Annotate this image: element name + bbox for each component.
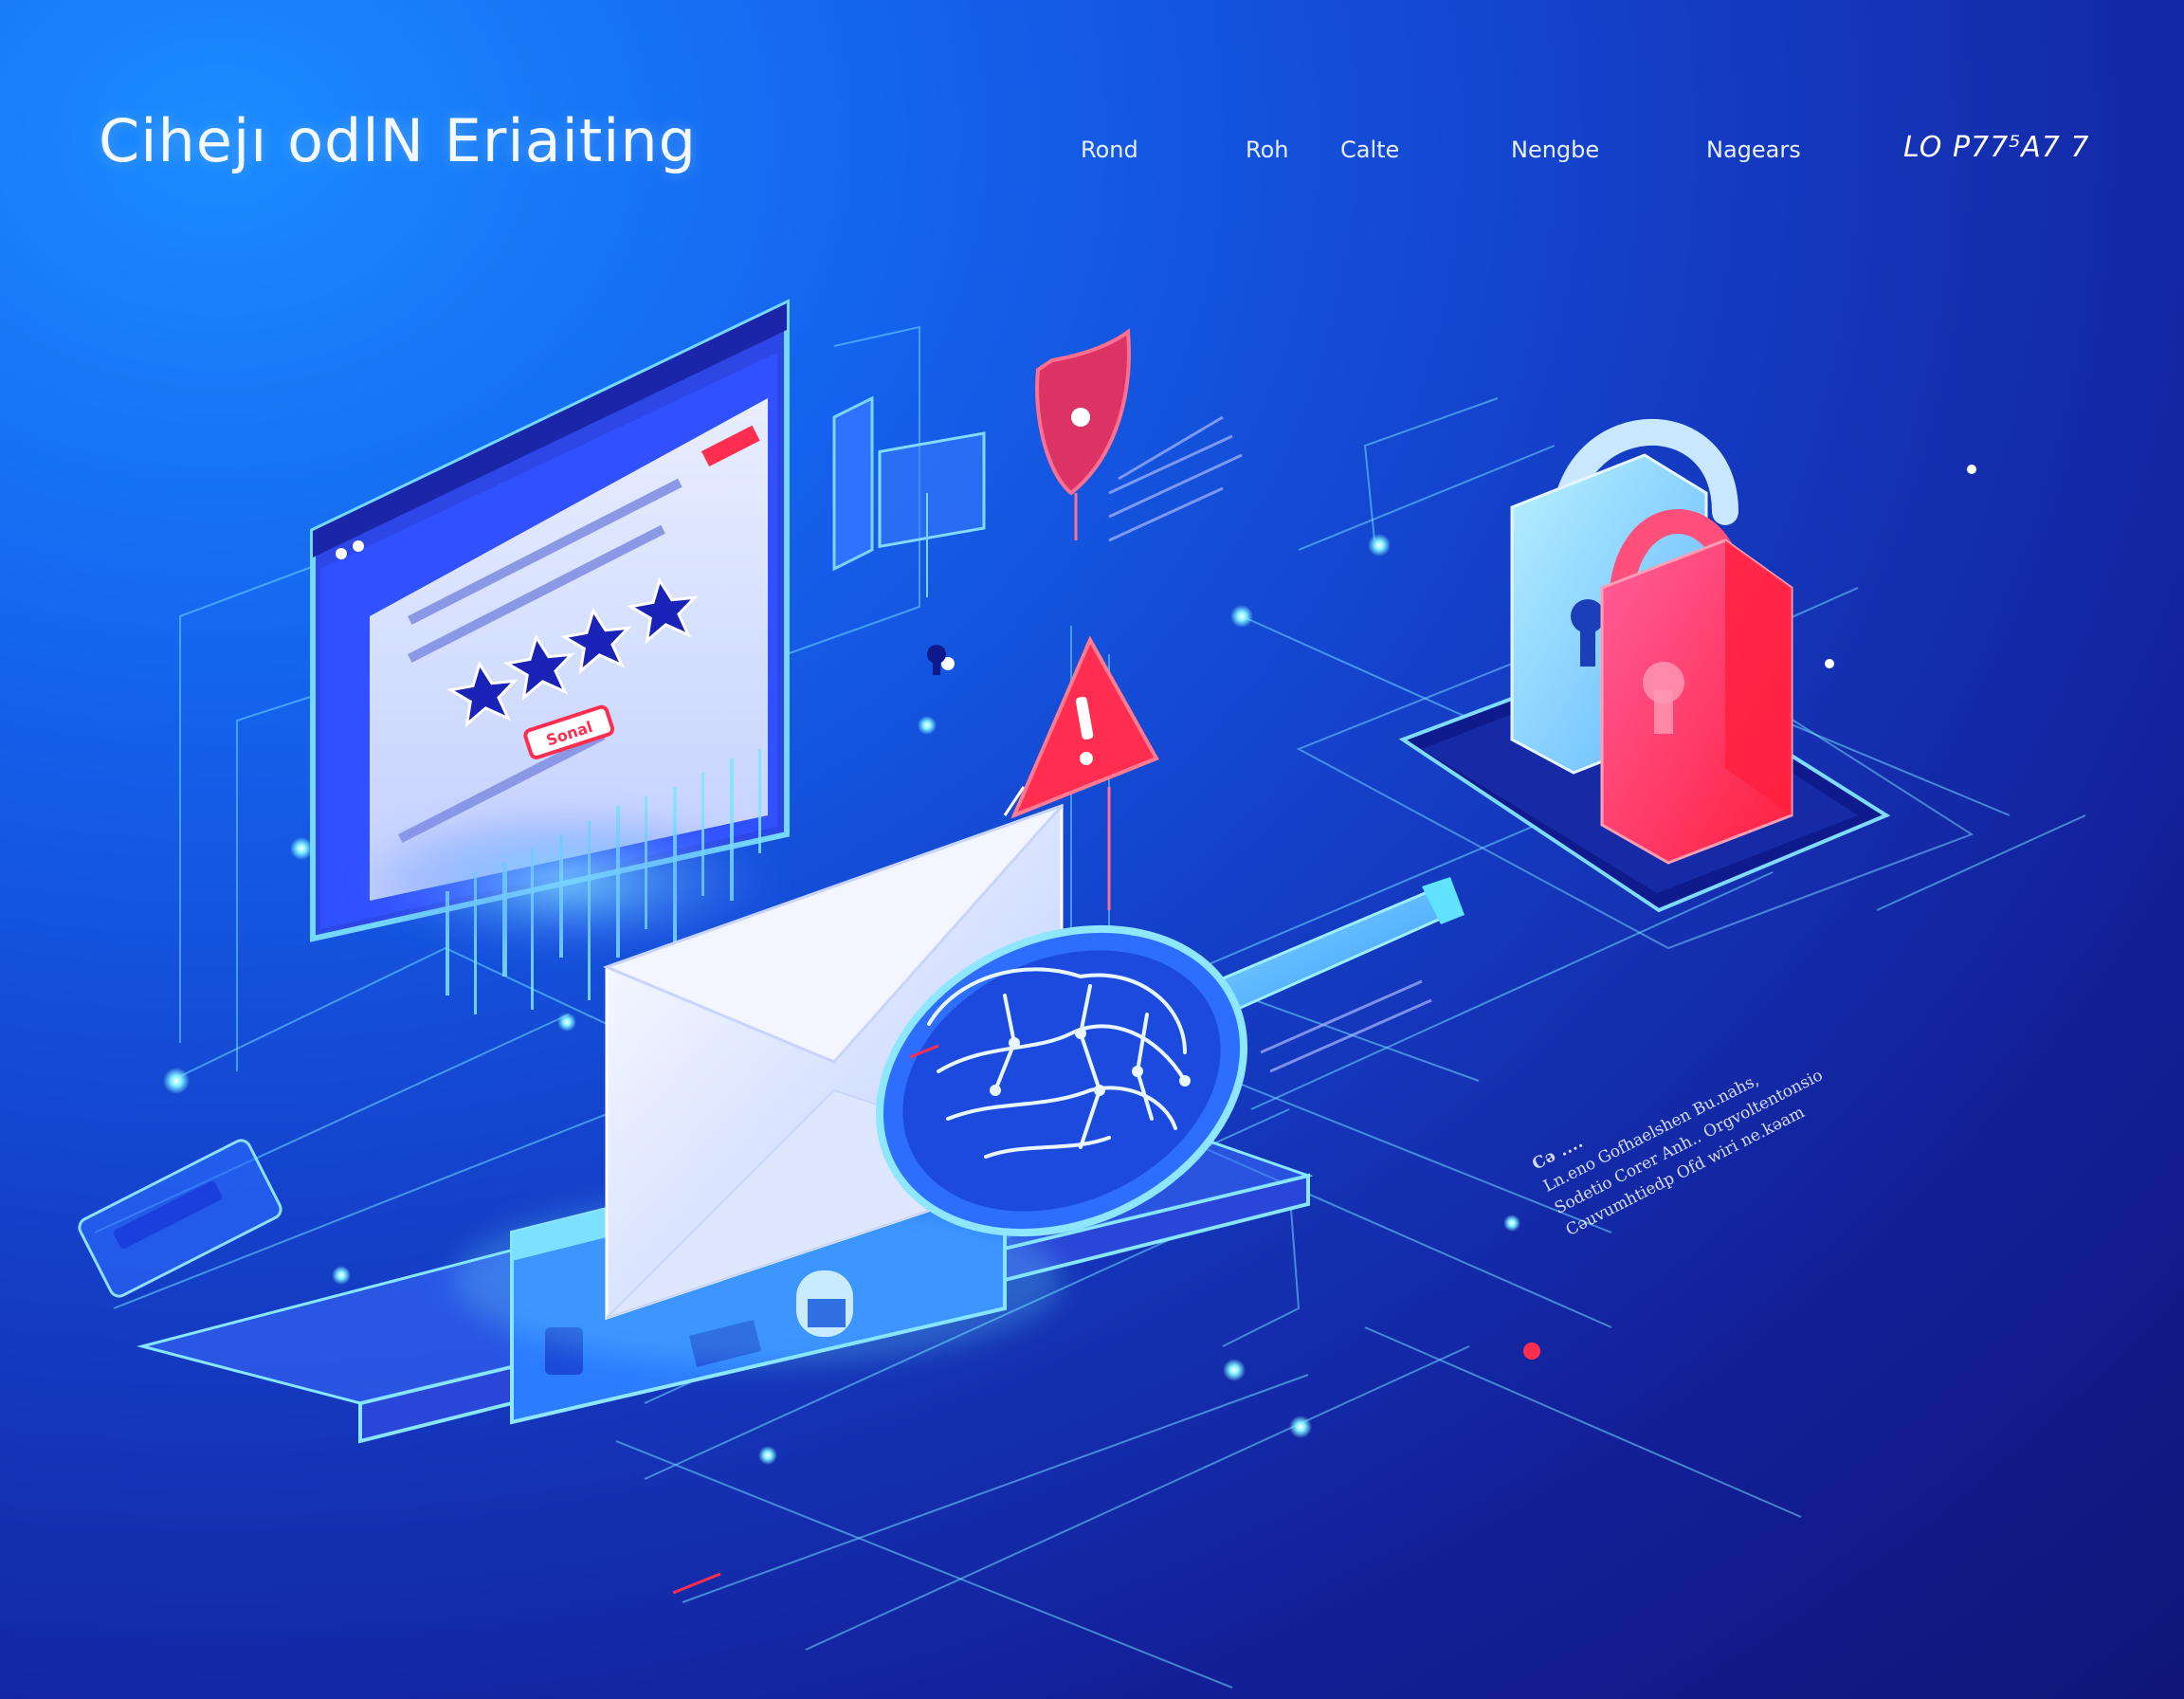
nav-link-calte[interactable]: Calte — [1340, 137, 1399, 163]
side-chip — [78, 1139, 282, 1298]
shield-icon — [1035, 328, 1131, 540]
brand-title[interactable]: Cihejı odlN Eriaiting — [99, 106, 697, 175]
nav-link-nengbe[interactable]: Nengbe — [1511, 137, 1599, 163]
nav-link-roh[interactable]: Roh — [1246, 137, 1289, 163]
monitor-icon: Sonal — [310, 299, 790, 1014]
padlock-icon — [1600, 509, 1793, 865]
nav-link-rond[interactable]: Rond — [1081, 137, 1138, 163]
nav-link-nagears[interactable]: Nagears — [1706, 137, 1801, 163]
keyhole-panel — [832, 395, 986, 675]
top-navigation: Cihejı odlN Eriaiting Rond Roh Calte Nen… — [0, 0, 2184, 228]
hero-illustration: Sonal — [78, 299, 2086, 1689]
nav-cta-login[interactable]: LO P77⁵A7 7 — [1903, 131, 2089, 164]
